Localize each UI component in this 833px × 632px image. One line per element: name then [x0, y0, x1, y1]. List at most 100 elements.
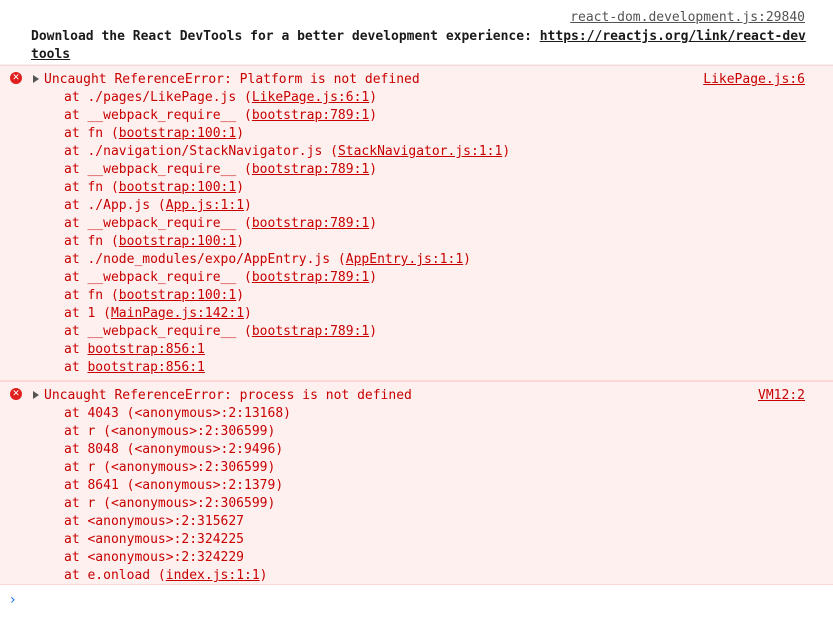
- frame-text-end: ): [463, 252, 471, 267]
- frame-source-link[interactable]: AppEntry.js:1:1: [346, 252, 463, 267]
- stack-trace: at ./pages/LikePage.js (LikePage.js:6:1)…: [64, 89, 510, 377]
- frame-source-link[interactable]: bootstrap:100:1: [119, 180, 236, 195]
- frame-text: at __webpack_require__ (: [64, 270, 252, 285]
- stack-frame: at 4043 (<anonymous>:2:13168): [64, 405, 291, 423]
- error-source-link[interactable]: VM12:2: [758, 387, 805, 405]
- frame-text: at: [64, 360, 88, 375]
- prompt-chevron-icon: ›: [10, 592, 16, 608]
- stack-frame: at __webpack_require__ (bootstrap:789:1): [64, 107, 510, 125]
- expand-triangle-icon[interactable]: [33, 75, 39, 83]
- stack-frame: at ./App.js (App.js:1:1): [64, 197, 510, 215]
- stack-frame: at r (<anonymous>:2:306599): [64, 495, 291, 513]
- stack-frame: at bootstrap:856:1: [64, 341, 510, 359]
- console-prompt: ›: [0, 585, 833, 615]
- frame-source-link[interactable]: App.js:1:1: [166, 198, 244, 213]
- console-error-message-2: ✕ Uncaught ReferenceError: process is no…: [0, 381, 833, 585]
- frame-text: at 1 (: [64, 306, 111, 321]
- frame-text: at ./navigation/StackNavigator.js (: [64, 144, 338, 159]
- stack-frame: at r (<anonymous>:2:306599): [64, 423, 291, 441]
- frame-text: at __webpack_require__ (: [64, 324, 252, 339]
- frame-text: at ./App.js (: [64, 198, 166, 213]
- frame-text-end: ): [369, 108, 378, 123]
- error-message-text[interactable]: Uncaught ReferenceError: process is not …: [44, 387, 412, 405]
- stack-frame: at ./node_modules/expo/AppEntry.js (AppE…: [64, 251, 510, 269]
- error-source-link[interactable]: LikePage.js:6: [703, 71, 805, 89]
- frame-text-end: ): [259, 568, 268, 583]
- stack-trace: at 4043 (<anonymous>:2:13168) at r (<anon…: [64, 405, 291, 585]
- frame-text: at fn (: [64, 234, 119, 249]
- frame-source-link[interactable]: bootstrap:789:1: [252, 270, 369, 285]
- frame-text: at r (<anonymous>:2:306599): [64, 424, 276, 439]
- frame-text-end: ): [236, 234, 245, 249]
- frame-text: at 4043 (<anonymous>:2:13168): [64, 406, 291, 421]
- frame-text-end: ): [369, 324, 378, 339]
- frame-text: at fn (: [64, 288, 119, 303]
- stack-frame: at fn (bootstrap:100:1): [64, 179, 510, 197]
- devtools-console: react-dom.development.js:29840 Download …: [0, 0, 833, 632]
- stack-frame: at ./navigation/StackNavigator.js (Stack…: [64, 143, 510, 161]
- frame-source-link[interactable]: bootstrap:100:1: [119, 126, 236, 141]
- frame-text-end: ): [236, 126, 245, 141]
- error-circle-icon: ✕: [10, 388, 22, 400]
- stack-frame: at 8048 (<anonymous>:2:9496): [64, 441, 291, 459]
- stack-frame: at 8641 (<anonymous>:2:1379): [64, 477, 291, 495]
- stack-frame: at bootstrap:856:1: [64, 359, 510, 377]
- stack-frame: at ./pages/LikePage.js (LikePage.js:6:1): [64, 89, 510, 107]
- stack-frame: at fn (bootstrap:100:1): [64, 125, 510, 143]
- error-circle-icon: ✕: [10, 72, 22, 84]
- frame-text-end: ): [369, 90, 378, 105]
- frame-text: at fn (: [64, 126, 119, 141]
- frame-text: at fn (: [64, 180, 119, 195]
- stack-frame: at fn (bootstrap:100:1): [64, 233, 510, 251]
- stack-frame: at __webpack_require__ (bootstrap:789:1): [64, 215, 510, 233]
- frame-text: at e.onload (: [64, 568, 166, 583]
- frame-source-link[interactable]: StackNavigator.js:1:1: [338, 144, 502, 159]
- frame-text-end: ): [244, 306, 252, 321]
- stack-frame: at r (<anonymous>:2:306599): [64, 459, 291, 477]
- frame-source-link[interactable]: bootstrap:789:1: [252, 324, 369, 339]
- expand-triangle-icon[interactable]: [33, 391, 39, 399]
- stack-frame: at __webpack_require__ (bootstrap:789:1): [64, 161, 510, 179]
- frame-source-link[interactable]: bootstrap:789:1: [252, 162, 369, 177]
- stack-frame: at <anonymous>:2:324225: [64, 531, 291, 549]
- frame-text-end: ): [369, 162, 378, 177]
- frame-text: at ./node_modules/expo/AppEntry.js (: [64, 252, 346, 267]
- console-input[interactable]: [30, 589, 820, 611]
- stack-frame: at <anonymous>:2:315627: [64, 513, 291, 531]
- frame-text-end: ): [502, 144, 511, 159]
- info-text: Download the React DevTools for a better…: [31, 29, 540, 44]
- stack-frame: at fn (bootstrap:100:1): [64, 287, 510, 305]
- frame-source-link[interactable]: bootstrap:856:1: [87, 342, 204, 357]
- stack-frame: at <anonymous>:2:324229: [64, 549, 291, 567]
- frame-text-end: ): [236, 288, 245, 303]
- frame-source-link[interactable]: bootstrap:789:1: [252, 216, 369, 231]
- frame-text-end: ): [236, 180, 245, 195]
- info-source-link[interactable]: react-dom.development.js:29840: [570, 10, 805, 25]
- frame-text: at ./pages/LikePage.js (: [64, 90, 252, 105]
- frame-text: at r (<anonymous>:2:306599): [64, 496, 276, 511]
- frame-source-link[interactable]: MainPage.js:142:1: [111, 306, 244, 321]
- frame-text: at <anonymous>:2:324229: [64, 550, 245, 565]
- frame-text: at r (<anonymous>:2:306599): [64, 460, 276, 475]
- console-info-message: react-dom.development.js:29840 Download …: [0, 0, 833, 65]
- frame-text-end: ): [369, 270, 378, 285]
- console-error-message-1: ✕ Uncaught ReferenceError: Platform is n…: [0, 65, 833, 381]
- frame-source-link[interactable]: bootstrap:789:1: [252, 108, 369, 123]
- info-message-text: Download the React DevTools for a better…: [31, 28, 806, 64]
- frame-text: at 8641 (<anonymous>:2:1379): [64, 478, 284, 493]
- frame-text: at <anonymous>:2:315627: [64, 514, 245, 529]
- frame-source-link[interactable]: bootstrap:100:1: [119, 234, 236, 249]
- error-message-text[interactable]: Uncaught ReferenceError: Platform is not…: [44, 71, 420, 89]
- frame-text: at __webpack_require__ (: [64, 216, 252, 231]
- frame-text: at 8048 (<anonymous>:2:9496): [64, 442, 284, 457]
- frame-source-link[interactable]: bootstrap:100:1: [119, 288, 236, 303]
- frame-source-link[interactable]: index.js:1:1: [166, 568, 260, 583]
- frame-source-link[interactable]: LikePage.js:6:1: [252, 90, 369, 105]
- frame-source-link[interactable]: bootstrap:856:1: [87, 360, 204, 375]
- frame-text: at: [64, 342, 88, 357]
- frame-text: at <anonymous>:2:324225: [64, 532, 245, 547]
- stack-frame: at __webpack_require__ (bootstrap:789:1): [64, 269, 510, 287]
- stack-frame: at __webpack_require__ (bootstrap:789:1): [64, 323, 510, 341]
- frame-text: at __webpack_require__ (: [64, 108, 252, 123]
- frame-text-end: ): [244, 198, 252, 213]
